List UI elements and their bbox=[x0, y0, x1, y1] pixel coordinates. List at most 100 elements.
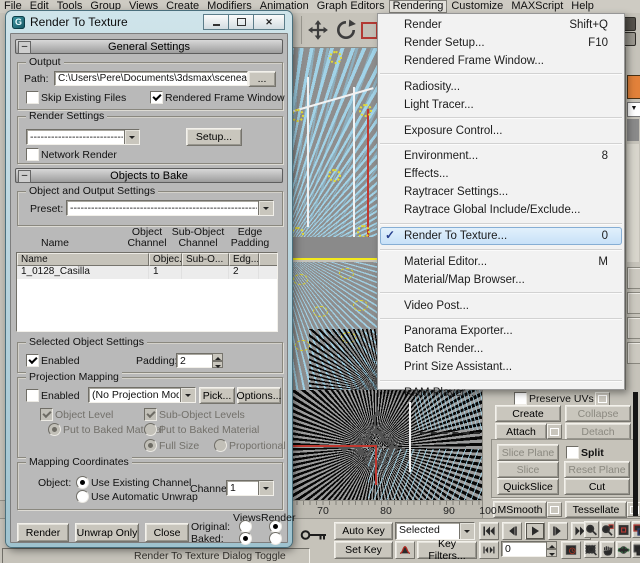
menu-item-radiosity[interactable]: Radiosity... bbox=[378, 78, 624, 96]
put-to-baked-material-sub-radio[interactable] bbox=[144, 423, 157, 436]
set-key-button[interactable]: Set Key bbox=[334, 541, 393, 559]
msmooth-settings-button[interactable] bbox=[547, 502, 562, 517]
objects-to-bake-rollout[interactable]: – Objects to Bake bbox=[15, 168, 283, 183]
proportional-radio[interactable] bbox=[214, 439, 227, 452]
viewport-perspective[interactable] bbox=[285, 390, 482, 500]
browse-button[interactable]: ... bbox=[248, 71, 276, 87]
close-button[interactable]: ✕ bbox=[253, 14, 285, 30]
menu-item-effects[interactable]: Effects... bbox=[378, 165, 624, 183]
pan-icon[interactable] bbox=[600, 541, 615, 558]
zoom-extents-icon[interactable] bbox=[616, 521, 631, 538]
time-configuration-icon[interactable] bbox=[561, 541, 581, 559]
table-header-sub-o[interactable]: Sub-O... bbox=[182, 253, 229, 266]
setup-button[interactable]: Setup... bbox=[186, 128, 242, 146]
chevron-down-icon[interactable] bbox=[124, 130, 139, 144]
channel-dropdown[interactable]: 1 bbox=[226, 480, 274, 496]
create-button[interactable]: Create bbox=[495, 405, 561, 422]
stack-tool-button[interactable] bbox=[627, 317, 640, 339]
chevron-down-icon[interactable] bbox=[459, 523, 474, 539]
close-dialog-button[interactable]: Close bbox=[145, 523, 189, 542]
padding-spinner[interactable] bbox=[212, 353, 223, 368]
general-settings-rollout[interactable]: – General Settings bbox=[15, 39, 283, 54]
skip-existing-checkbox[interactable] bbox=[26, 91, 39, 104]
attach-button[interactable]: Attach bbox=[495, 423, 547, 440]
quickslice-button[interactable]: QuickSlice bbox=[497, 478, 559, 495]
enabled-checkbox[interactable] bbox=[26, 354, 39, 367]
table-header-objec[interactable]: Objec... bbox=[149, 253, 182, 266]
menu-item-panorama-exporter[interactable]: Panorama Exporter... bbox=[378, 322, 624, 340]
cut-button[interactable]: Cut bbox=[564, 478, 630, 495]
auto-key-button[interactable]: Auto Key bbox=[334, 522, 393, 540]
bake-table-row[interactable]: 1_0128_Casilla12 bbox=[17, 266, 277, 279]
menu-item-render[interactable]: RenderShift+Q bbox=[378, 16, 624, 34]
render-preset-dropdown[interactable]: ----------------------------------------… bbox=[26, 129, 140, 145]
path-field[interactable]: C:\Users\Pere\Documents\3dsmax\sceneasse… bbox=[54, 71, 248, 86]
menu-item-render-to-texture[interactable]: ✓Render To Texture...0 bbox=[380, 227, 622, 245]
zoom-extents-all-icon[interactable] bbox=[632, 521, 640, 538]
selection-lock-key-icon[interactable] bbox=[300, 527, 328, 546]
use-existing-channel-radio[interactable] bbox=[76, 476, 89, 489]
go-to-start-icon[interactable] bbox=[479, 522, 499, 540]
select-and-move-icon[interactable] bbox=[307, 19, 329, 41]
menu-item-print-size-assistant[interactable]: Print Size Assistant... bbox=[378, 358, 624, 376]
menubar-item-rendering[interactable]: Rendering bbox=[389, 0, 448, 13]
viewport-top[interactable] bbox=[285, 47, 380, 260]
menubar-item-help[interactable]: Help bbox=[567, 0, 598, 13]
orbit-icon[interactable] bbox=[616, 541, 631, 558]
previous-frame-icon[interactable] bbox=[502, 522, 522, 540]
menu-item-raytracer-settings[interactable]: Raytracer Settings... bbox=[378, 183, 624, 201]
unwrap-only-button[interactable]: Unwrap Only bbox=[75, 523, 139, 542]
select-and-rotate-icon[interactable] bbox=[335, 19, 357, 41]
collapse-rollout-icon[interactable]: – bbox=[18, 170, 31, 183]
rendered-frame-window-checkbox[interactable] bbox=[150, 91, 163, 104]
msmooth-button[interactable]: MSmooth bbox=[493, 501, 547, 518]
baked-views-radio[interactable] bbox=[239, 532, 252, 545]
object-level-checkbox[interactable] bbox=[40, 408, 53, 421]
put-to-baked-material-object-radio[interactable] bbox=[48, 423, 61, 436]
use-automatic-unwrap-radio[interactable] bbox=[76, 490, 89, 503]
menubar-item-customize[interactable]: Customize bbox=[447, 0, 507, 13]
projection-modifier-dropdown[interactable]: (No Projection Modifier) bbox=[88, 387, 196, 403]
menu-item-ram-player[interactable]: RAM Player... bbox=[378, 384, 624, 402]
command-panel-scrollbar[interactable] bbox=[633, 392, 638, 516]
chevron-down-icon[interactable] bbox=[258, 481, 273, 495]
modifier-list-dropdown[interactable]: ▼ bbox=[627, 102, 640, 117]
menubar-item-maxscript[interactable]: MAXScript bbox=[507, 0, 567, 13]
menu-item-environment[interactable]: Environment...8 bbox=[378, 147, 624, 165]
next-frame-icon[interactable] bbox=[548, 522, 568, 540]
menu-item-material-map-browser[interactable]: Material/Map Browser... bbox=[378, 271, 624, 289]
key-filters-button[interactable]: Key Filters... bbox=[417, 541, 477, 559]
menu-item-video-post[interactable]: Video Post... bbox=[378, 297, 624, 315]
play-icon[interactable] bbox=[525, 522, 545, 540]
baked-render-radio[interactable] bbox=[269, 532, 282, 545]
maximize-button[interactable] bbox=[228, 14, 254, 30]
full-size-radio[interactable] bbox=[144, 439, 157, 452]
time-ruler[interactable]: 708090100 bbox=[290, 501, 482, 519]
zoom-region-icon[interactable] bbox=[584, 541, 599, 558]
menu-item-rendered-frame-window[interactable]: Rendered Frame Window... bbox=[378, 52, 624, 70]
viewport-left[interactable] bbox=[285, 262, 380, 390]
menubar-item-graph-editors[interactable]: Graph Editors bbox=[313, 0, 389, 13]
frame-spinner[interactable] bbox=[546, 541, 557, 557]
menu-item-material-editor[interactable]: Material Editor...M bbox=[378, 253, 624, 271]
default-in-out-tangent-icon[interactable] bbox=[395, 541, 415, 559]
reset-plane-button[interactable]: Reset Plane bbox=[564, 461, 630, 478]
stack-tool-button[interactable] bbox=[627, 267, 640, 289]
select-and-scale-icon[interactable] bbox=[361, 22, 378, 39]
render-button[interactable]: Render bbox=[17, 523, 69, 542]
menu-item-raytrace-global-include-exclude[interactable]: Raytrace Global Include/Exclude... bbox=[378, 201, 624, 219]
stack-tool-button[interactable] bbox=[627, 342, 640, 364]
pick-button[interactable]: Pick... bbox=[199, 387, 235, 404]
minimize-button[interactable] bbox=[203, 14, 229, 30]
menu-item-render-setup[interactable]: Render Setup...F10 bbox=[378, 34, 624, 52]
detach-button[interactable]: Detach bbox=[565, 423, 631, 440]
collapse-button[interactable]: Collapse bbox=[565, 405, 631, 422]
sub-object-levels-checkbox[interactable] bbox=[144, 408, 157, 421]
key-mode-toggle-icon[interactable] bbox=[479, 541, 499, 559]
table-header-name[interactable]: Name bbox=[17, 253, 149, 266]
menu-item-exposure-control[interactable]: Exposure Control... bbox=[378, 122, 624, 140]
network-render-checkbox[interactable] bbox=[26, 148, 39, 161]
object-color-swatch[interactable] bbox=[627, 75, 640, 99]
maximize-viewport-icon[interactable] bbox=[632, 541, 640, 558]
attach-settings-button[interactable] bbox=[547, 424, 562, 439]
